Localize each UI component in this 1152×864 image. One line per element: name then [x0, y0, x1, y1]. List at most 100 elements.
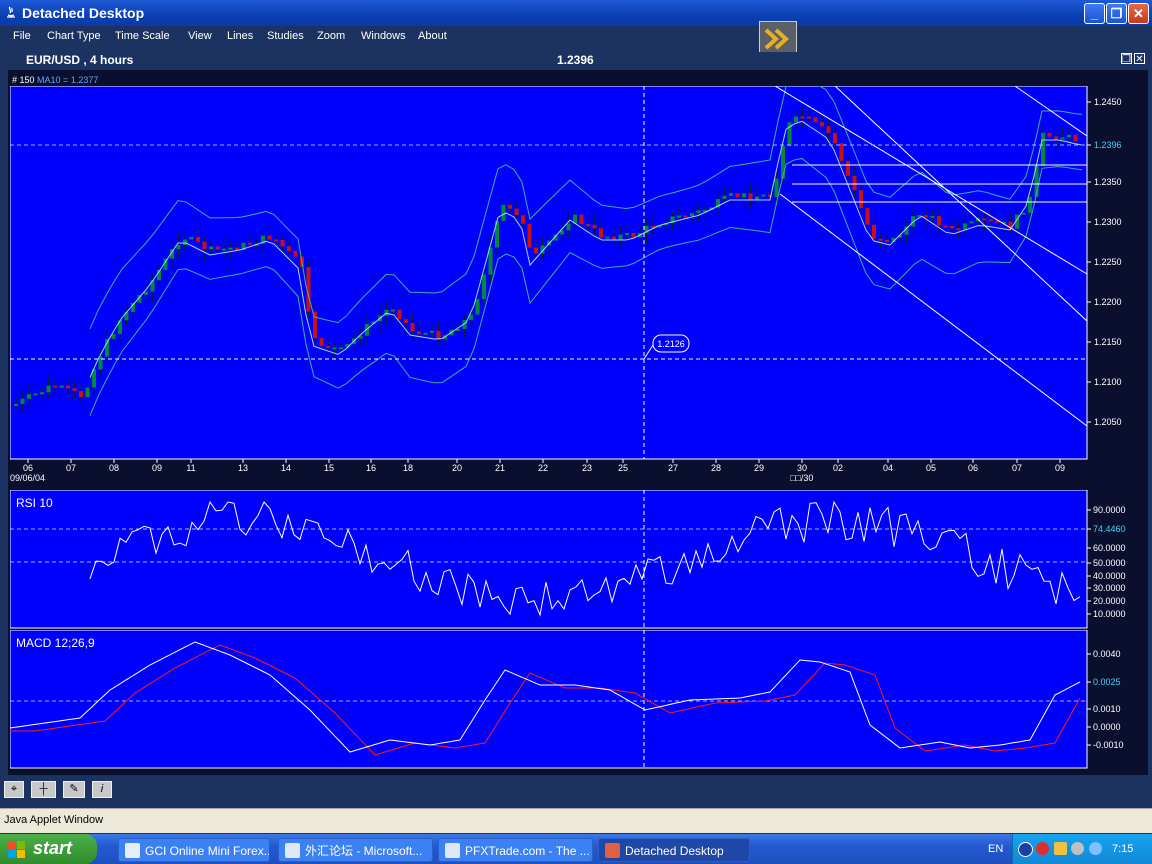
price-plot-area [10, 86, 1088, 460]
candle-body [215, 246, 220, 250]
minimize-button[interactable]: _ [1084, 3, 1105, 24]
y-tick-label: 1.2250 [1094, 257, 1122, 267]
taskbar-item-forum[interactable]: 外汇论坛 - Microsoft... [278, 838, 433, 862]
x-tick-label: 21 [495, 463, 505, 473]
y-tick-label: 1.2450 [1094, 97, 1122, 107]
price-chart[interactable]: 1.2126 1.2450 1.2396 1.2350 1.2300 1.2250 1.2… [10, 86, 1138, 486]
info-tool-button[interactable]: i [92, 781, 112, 798]
security-icon[interactable] [1036, 842, 1049, 855]
menu-file[interactable]: File [13, 30, 31, 42]
candle-body [66, 385, 70, 389]
candle-body [508, 204, 512, 209]
candle-body [937, 215, 941, 226]
macd-chart[interactable]: MACD 12;26,9 0.0040 0.0025 0.0010 0.0000 -0.… [10, 630, 1138, 770]
crosshair-tool-button[interactable]: ┼ [31, 781, 56, 798]
x-tick-label: 23 [582, 463, 592, 473]
menu-about[interactable]: About [418, 30, 447, 42]
candle-body [404, 319, 408, 324]
candle-body [820, 122, 824, 127]
x-tick-label: 07 [66, 463, 76, 473]
taskbar-item-label: Detached Desktop [625, 844, 724, 858]
candle-body [612, 236, 616, 240]
taskbar-item-gci[interactable]: GCI Online Mini Forex... [118, 838, 270, 862]
x-tick-label: 20 [452, 463, 462, 473]
symbol-title: EUR/USD , 4 hours [26, 53, 134, 67]
restore-chart-icon[interactable]: ❐ [1121, 53, 1132, 65]
y-tick-label: 1.2050 [1094, 417, 1122, 427]
x-tick-label: 18 [403, 463, 413, 473]
y-tick-label: 1.2100 [1094, 377, 1122, 387]
candle-body [761, 194, 766, 197]
network-icon[interactable] [1054, 842, 1067, 855]
chart-info-line: # 150 MA10 = 1.2377 [12, 75, 98, 85]
crosshair-icon: ┼ [39, 783, 48, 795]
draw-tool-button[interactable]: ✎ [63, 781, 85, 798]
ie-icon [285, 843, 300, 858]
menu-time-scale[interactable]: Time Scale [115, 30, 170, 42]
cursor-tool-button[interactable]: ⌖ [4, 781, 24, 798]
candle-body [482, 274, 486, 300]
maximize-button[interactable]: ❐ [1106, 3, 1127, 24]
candle-body [774, 178, 779, 198]
candle-body [20, 398, 25, 404]
candle-body [839, 143, 844, 162]
candle-body [833, 132, 837, 144]
java-icon [7, 6, 15, 18]
candle-body [79, 391, 83, 398]
menu-chart-type[interactable]: Chart Type [47, 30, 101, 42]
candle-body [222, 248, 226, 251]
candle-body [46, 385, 51, 393]
taskbar-item-pfxtrade[interactable]: PFXTrade.com - The ... [438, 838, 593, 862]
x-tick-label: 07 [1012, 463, 1022, 473]
candle-body [319, 338, 324, 347]
candle-body [1041, 132, 1045, 166]
x-tick-label: 04 [883, 463, 893, 473]
candle-body [124, 311, 129, 321]
menu-studies[interactable]: Studies [267, 30, 304, 42]
candle-body [144, 291, 148, 295]
bar-count: # 150 [12, 75, 35, 85]
taskbar-item-detached-desktop[interactable]: Detached Desktop [598, 838, 750, 862]
candle-body [40, 392, 44, 395]
title-bar[interactable] [0, 0, 1152, 26]
close-chart-icon[interactable]: ✕ [1134, 53, 1145, 65]
menu-zoom[interactable]: Zoom [317, 30, 345, 42]
ie-icon [445, 843, 460, 858]
window-title: Detached Desktop [22, 5, 145, 21]
candle-body [605, 236, 610, 239]
candle-body [1073, 134, 1078, 142]
pen-icon: ✎ [69, 783, 79, 795]
messenger-icon[interactable] [1071, 842, 1084, 855]
x-tick-label: 29 [754, 463, 764, 473]
candle-body [982, 218, 987, 221]
volume-icon[interactable] [1089, 842, 1102, 855]
close-button[interactable]: ✕ [1128, 3, 1149, 24]
candle-body [852, 175, 857, 191]
x-tick-label: 09 [152, 463, 162, 473]
x-tick-label: 30 [797, 463, 807, 473]
maximize-icon: ❐ [1110, 6, 1123, 21]
double-chevron-right-icon [764, 28, 789, 50]
x-tick-label: 08 [109, 463, 119, 473]
candle-body [742, 193, 746, 198]
rsi-chart[interactable]: RSI 10 90.0000 74.4460 60.0000 50.0000 40.00… [10, 490, 1138, 630]
language-indicator[interactable]: EN [988, 843, 1003, 855]
macd-tick-label: 0.0010 [1093, 704, 1121, 714]
candle-body [859, 190, 863, 209]
arrow-icon[interactable] [1018, 842, 1033, 857]
candle-body [1028, 196, 1032, 213]
menu-windows[interactable]: Windows [361, 30, 406, 42]
menu-lines[interactable]: Lines [227, 30, 253, 42]
menu-view[interactable]: View [188, 30, 212, 42]
menu-bar [0, 26, 1152, 48]
rsi-tick-label: 50.0000 [1093, 558, 1126, 568]
candle-body [826, 126, 831, 133]
candle-body [514, 208, 519, 216]
start-button[interactable]: start [0, 834, 97, 864]
candle-body [924, 215, 928, 218]
java-icon [605, 843, 620, 858]
status-text: Java Applet Window [4, 814, 104, 826]
last-price: 1.2396 [557, 53, 594, 67]
candle-body [280, 239, 285, 247]
x-tick-label: 06 [23, 463, 33, 473]
